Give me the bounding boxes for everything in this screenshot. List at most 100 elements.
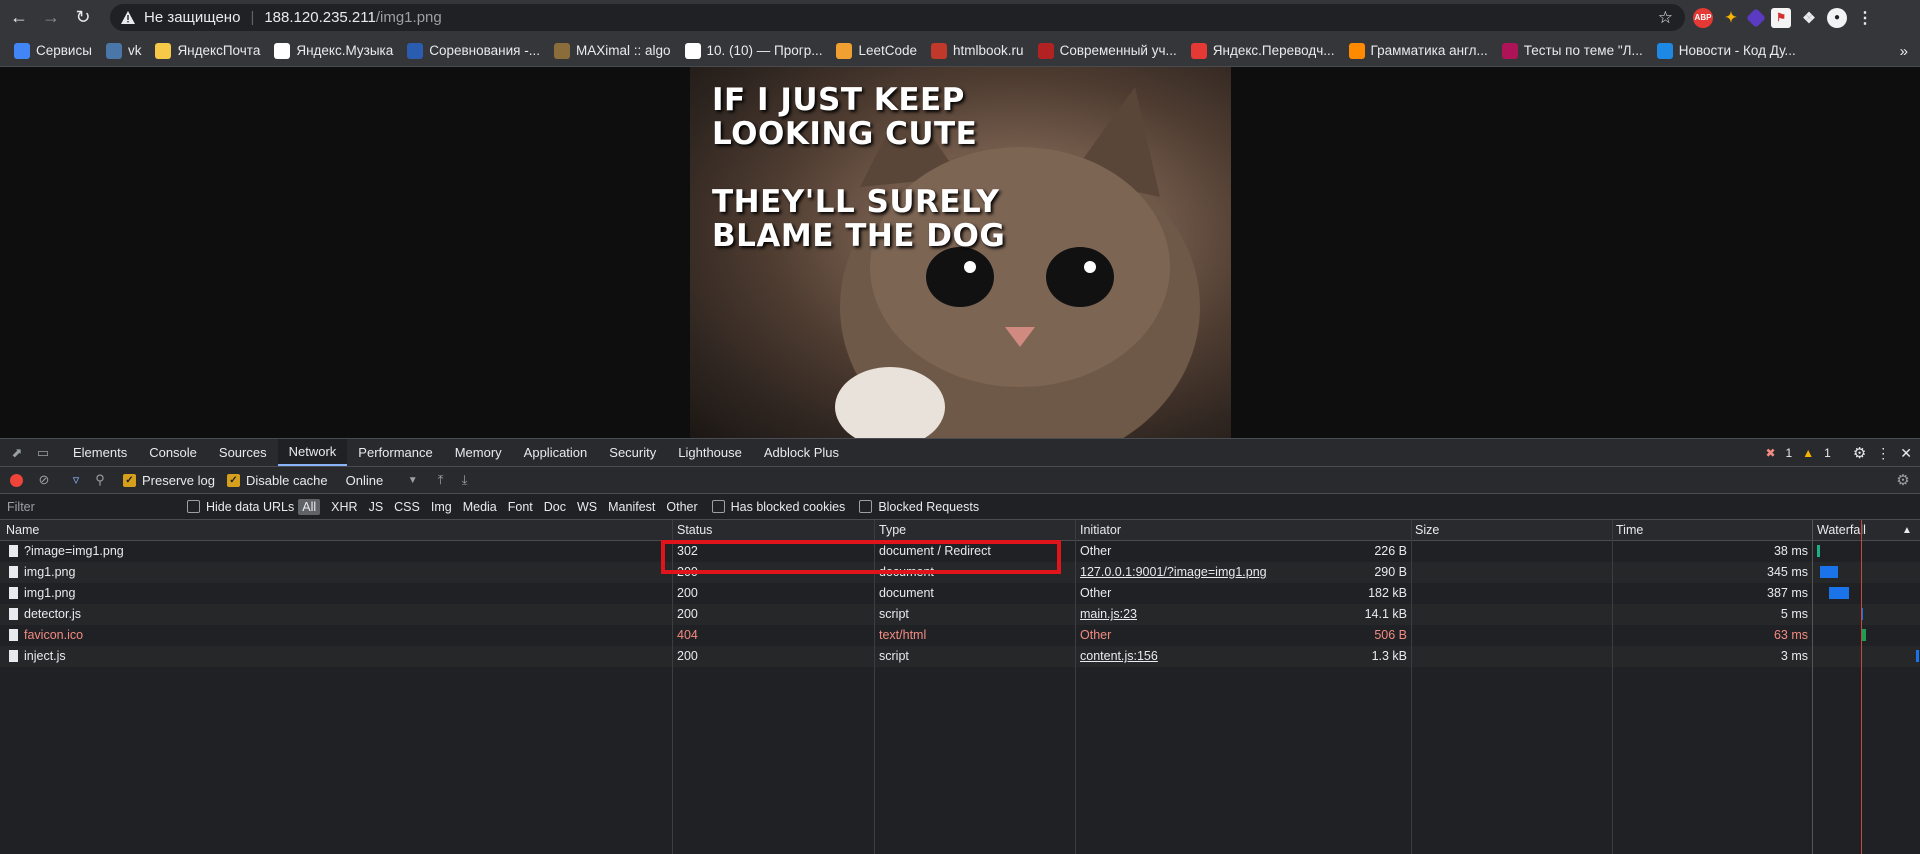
bookmark-favicon-icon	[1037, 42, 1054, 59]
cell-status: 404	[677, 628, 698, 642]
filter-type-manifest[interactable]: Manifest	[608, 500, 655, 514]
forward-icon[interactable]: →	[38, 5, 64, 31]
bookmarks-overflow-icon[interactable]: »	[1900, 43, 1908, 60]
tab-memory[interactable]: Memory	[444, 439, 513, 466]
warning-icon	[120, 10, 136, 26]
clear-icon[interactable]: ⊘	[35, 471, 53, 489]
bookmark-item[interactable]: Яндекс.Музыка	[274, 42, 393, 59]
tab-elements[interactable]: Elements	[62, 439, 138, 466]
tab-security[interactable]: Security	[598, 439, 667, 466]
cell-time: 345 ms	[1767, 565, 1808, 579]
warning-count-icon[interactable]: ▲	[1802, 446, 1814, 460]
filter-type-all[interactable]: All	[298, 498, 321, 515]
browser-menu-icon[interactable]: ⋮	[1855, 8, 1875, 28]
bookmark-item[interactable]: Сервисы	[14, 42, 92, 59]
bookmark-item[interactable]: Соревнования -...	[407, 42, 540, 59]
filter-type-doc[interactable]: Doc	[544, 500, 566, 514]
extension-diamond-icon[interactable]	[1746, 7, 1766, 28]
address-bar[interactable]: Не защищено | 188.120.235.211/img1.png ☆	[110, 4, 1685, 31]
col-time[interactable]: Time	[1616, 523, 1643, 537]
col-initiator[interactable]: Initiator	[1080, 523, 1121, 537]
filter-type-font[interactable]: Font	[508, 500, 533, 514]
cell-name[interactable]: detector.js	[24, 607, 81, 621]
reload-icon[interactable]: ↻	[70, 5, 96, 31]
bookmark-item[interactable]: Новости - Код Ду...	[1656, 42, 1796, 59]
bookmark-item[interactable]: Яндекс.Переводч...	[1190, 42, 1335, 59]
bookmark-item[interactable]: Грамматика англ...	[1348, 42, 1488, 59]
adblock-plus-icon[interactable]: ABP	[1693, 7, 1713, 28]
error-icon[interactable]: ✖	[1765, 446, 1775, 460]
settings-gear-icon[interactable]: ⚙	[1853, 444, 1866, 462]
cell-size: 226 B	[1374, 544, 1407, 558]
hide-data-urls-checkbox[interactable]: Hide data URLs	[187, 500, 294, 514]
col-status[interactable]: Status	[677, 523, 712, 537]
bookmark-label: Современный уч...	[1059, 43, 1177, 58]
col-waterfall[interactable]: Waterfall	[1817, 523, 1866, 537]
bookmark-item[interactable]: Современный уч...	[1037, 42, 1177, 59]
bookmark-item[interactable]: Тесты по теме "Л...	[1501, 42, 1643, 59]
tab-performance[interactable]: Performance	[347, 439, 443, 466]
cell-name[interactable]: favicon.ico	[24, 628, 83, 642]
bookmark-favicon-icon	[1656, 42, 1673, 59]
preserve-log-checkbox[interactable]: ✓ Preserve log	[123, 473, 215, 488]
cell-name[interactable]: img1.png	[24, 565, 75, 579]
throttle-select[interactable]: Online ▼	[346, 473, 418, 488]
inspect-element-icon[interactable]: ⬈	[8, 444, 26, 462]
sort-up-icon: ▲	[1902, 525, 1912, 536]
back-icon[interactable]: ←	[6, 5, 32, 31]
filter-icon[interactable]: ▿	[67, 471, 85, 489]
bookmark-item[interactable]: MAXimal :: algo	[553, 42, 671, 59]
cell-initiator[interactable]: content.js:156	[1080, 649, 1158, 663]
filter-type-img[interactable]: Img	[431, 500, 452, 514]
col-name[interactable]: Name	[6, 523, 39, 537]
filter-type-media[interactable]: Media	[463, 500, 497, 514]
tab-network[interactable]: Network	[277, 439, 348, 466]
network-settings-gear-icon[interactable]: ⚙	[1894, 471, 1912, 489]
device-toolbar-icon[interactable]: ▭	[34, 444, 52, 462]
table-row[interactable]: detector.js 200 script main.js:23 14.1 kB 5 m…	[0, 604, 1920, 625]
col-type[interactable]: Type	[879, 523, 906, 537]
filter-type-css[interactable]: CSS	[394, 500, 420, 514]
import-har-icon[interactable]: ⤒	[432, 471, 450, 489]
filter-type-xhr[interactable]: XHR	[331, 500, 357, 514]
close-devtools-icon[interactable]: ✕	[1900, 445, 1912, 462]
disable-cache-checkbox[interactable]: ✓ Disable cache	[226, 473, 328, 488]
table-row[interactable]: favicon.ico 404 text/html Other 506 B 63 ms	[0, 625, 1920, 646]
bookmark-item[interactable]: ЯндексПочта	[155, 42, 260, 59]
extension-flag-icon[interactable]: ⚑	[1771, 7, 1791, 28]
blocked-requests-checkbox[interactable]: Blocked Requests	[859, 500, 979, 514]
bookmark-favicon-icon	[155, 42, 172, 59]
table-row[interactable]: img1.png 200 document Other 182 kB 387 ms	[0, 583, 1920, 604]
filter-type-other[interactable]: Other	[666, 500, 697, 514]
col-size[interactable]: Size	[1415, 523, 1439, 537]
record-button[interactable]	[10, 473, 23, 487]
tab-application[interactable]: Application	[513, 439, 599, 466]
cell-name[interactable]: img1.png	[24, 586, 75, 600]
extension-tool-icon[interactable]: ✦	[1721, 8, 1741, 28]
bookmark-star-icon[interactable]: ☆	[1658, 8, 1673, 28]
tab-console[interactable]: Console	[138, 439, 208, 466]
table-row[interactable]: inject.js 200 script content.js:156 1.3 kB 3 …	[0, 646, 1920, 667]
profile-avatar-icon[interactable]: ●	[1827, 7, 1847, 28]
tab-sources[interactable]: Sources	[208, 439, 278, 466]
filter-type-js[interactable]: JS	[369, 500, 384, 514]
cell-name[interactable]: ?image=img1.png	[24, 544, 124, 558]
bookmark-item[interactable]: 10. (10) — Прогр...	[684, 42, 822, 59]
has-blocked-cookies-checkbox[interactable]: Has blocked cookies	[711, 500, 845, 514]
export-har-icon[interactable]: ⤓	[456, 471, 474, 489]
cell-time: 63 ms	[1773, 628, 1808, 642]
cell-name[interactable]: inject.js	[24, 649, 66, 663]
bookmark-item[interactable]: vk	[105, 42, 141, 59]
cell-initiator[interactable]: 127.0.0.1:9001/?image=img1.png	[1080, 565, 1267, 579]
cell-initiator[interactable]: main.js:23	[1080, 607, 1137, 621]
more-options-icon[interactable]: ⋮	[1876, 445, 1890, 462]
search-icon[interactable]: ⚲	[91, 471, 109, 489]
bookmark-item[interactable]: htmlbook.ru	[931, 42, 1024, 59]
filter-type-ws[interactable]: WS	[577, 500, 597, 514]
hide-data-urls-label: Hide data URLs	[206, 499, 295, 514]
bookmark-item[interactable]: LeetCode	[836, 42, 917, 59]
tab-lighthouse[interactable]: Lighthouse	[667, 439, 753, 466]
filter-input[interactable]: Filter	[7, 500, 177, 514]
tab-adblock-plus[interactable]: Adblock Plus	[753, 439, 850, 466]
extensions-puzzle-icon[interactable]: ❖	[1799, 8, 1819, 28]
